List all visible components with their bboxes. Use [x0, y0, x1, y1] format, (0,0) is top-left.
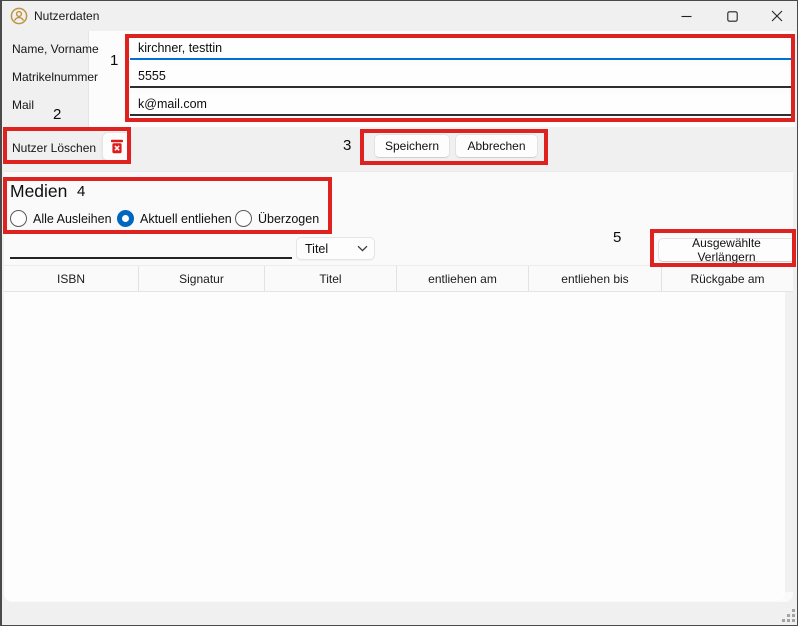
matrikelnummer-input[interactable] [130, 66, 791, 88]
radio-circle-icon [235, 210, 252, 227]
mail-input[interactable] [130, 94, 791, 116]
trash-x-icon [110, 139, 124, 154]
save-button[interactable]: Speichern [374, 134, 450, 158]
column-header-rueckgabe-am[interactable]: Rückgabe am [662, 266, 793, 291]
radio-ueberzogen[interactable]: Überzogen [235, 209, 319, 228]
user-circle-icon [10, 7, 28, 25]
maximize-button[interactable] [709, 1, 755, 31]
window-title: Nutzerdaten [34, 9, 99, 23]
table-scrollbar-gutter [785, 292, 793, 592]
cancel-button[interactable]: Abbrechen [455, 134, 538, 158]
delete-user-label: Nutzer Löschen [12, 138, 96, 158]
minimize-button[interactable] [663, 1, 709, 31]
loans-table-body [4, 292, 785, 601]
radio-alle-ausleihen[interactable]: Alle Ausleihen [10, 209, 112, 228]
annotation-number-3: 3 [343, 137, 351, 154]
resize-grip[interactable] [779, 606, 795, 622]
column-header-entliehen-am[interactable]: entliehen am [397, 266, 529, 291]
radio-circle-icon [10, 210, 27, 227]
name-input[interactable] [130, 38, 791, 60]
close-icon [771, 10, 783, 22]
matrikelnummer-field-label: Matrikelnummer [12, 67, 98, 87]
loans-table-header: ISBN Signatur Titel entliehen am entlieh… [4, 265, 793, 292]
minimize-icon [681, 11, 692, 22]
radio-label: Überzogen [258, 212, 319, 226]
title-bar[interactable]: Nutzerdaten [2, 1, 797, 31]
column-header-signatur[interactable]: Signatur [139, 266, 265, 291]
radio-label: Aktuell entliehen [140, 212, 232, 226]
radio-circle-icon [117, 210, 134, 227]
column-header-isbn[interactable]: ISBN [4, 266, 139, 291]
filter-dropdown[interactable]: Titel [296, 237, 375, 260]
close-button[interactable] [754, 1, 798, 31]
mail-field-label: Mail [12, 95, 34, 115]
delete-user-button[interactable] [102, 132, 131, 161]
medien-heading: Medien [10, 181, 67, 202]
column-header-entliehen-bis[interactable]: entliehen bis [529, 266, 662, 291]
annotation-number-2: 2 [53, 106, 61, 123]
extend-selected-button[interactable]: Ausgewählte Verlängern [658, 238, 795, 262]
maximize-icon [727, 11, 738, 22]
radio-aktuell-entliehen[interactable]: Aktuell entliehen [117, 209, 232, 228]
chevron-down-icon [357, 245, 368, 252]
search-input[interactable] [10, 239, 292, 259]
filter-selected-value: Titel [305, 242, 357, 256]
nutzerdaten-window: Nutzerdaten Name, Vorname Matrikelnummer… [0, 0, 798, 626]
name-field-label: Name, Vorname [12, 39, 99, 59]
radio-label: Alle Ausleihen [33, 212, 112, 226]
column-header-titel[interactable]: Titel [265, 266, 397, 291]
